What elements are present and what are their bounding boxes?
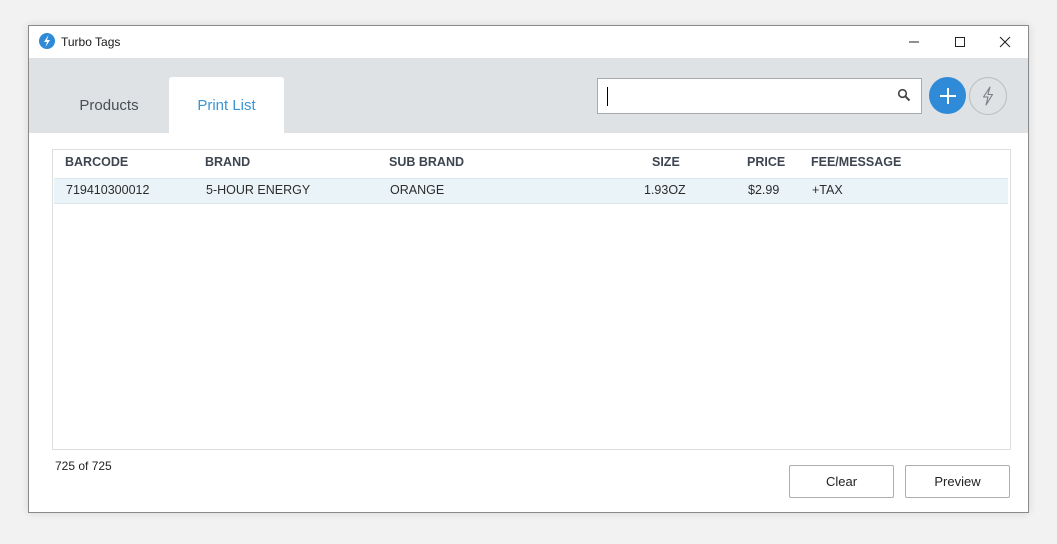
minimize-icon (909, 41, 919, 43)
toolbar-header: Products Print List (29, 58, 1028, 133)
close-button[interactable] (982, 26, 1028, 58)
print-list-table: BARCODE BRAND SUB BRAND SIZE PRICE FEE/M… (52, 149, 1011, 450)
app-logo-icon (39, 33, 55, 49)
column-header-brand[interactable]: BRAND (205, 155, 250, 169)
search-box[interactable] (597, 78, 922, 114)
tab-products[interactable]: Products (59, 77, 159, 133)
column-header-size[interactable]: SIZE (652, 155, 680, 169)
title-bar: Turbo Tags (29, 26, 1028, 58)
cell-fee-message: +TAX (812, 183, 843, 197)
record-count: 725 of 725 (55, 459, 112, 473)
app-window: Turbo Tags Products Print List BARCODE B… (28, 25, 1029, 513)
maximize-icon (955, 37, 965, 47)
add-button[interactable] (929, 77, 966, 114)
turbo-button[interactable] (969, 77, 1007, 115)
search-icon[interactable] (897, 88, 911, 102)
window-title: Turbo Tags (61, 35, 121, 49)
plus-icon (939, 87, 956, 104)
column-header-price[interactable]: PRICE (747, 155, 785, 169)
cell-brand: 5-HOUR ENERGY (206, 183, 311, 197)
maximize-button[interactable] (937, 26, 983, 58)
column-header-fee-message[interactable]: FEE/MESSAGE (811, 155, 901, 169)
table-row[interactable]: 719410300012 5-HOUR ENERGY ORANGE 1.93OZ… (54, 178, 1008, 204)
lightning-bolt-icon (982, 86, 994, 106)
cell-barcode: 719410300012 (66, 183, 150, 197)
close-icon (999, 36, 1011, 48)
minimize-button[interactable] (891, 26, 937, 58)
column-header-barcode[interactable]: BARCODE (65, 155, 128, 169)
search-input[interactable] (604, 84, 878, 110)
cell-price: $2.99 (748, 183, 780, 197)
preview-button[interactable]: Preview (905, 465, 1010, 498)
column-header-sub-brand[interactable]: SUB BRAND (389, 155, 464, 169)
table-header: BARCODE BRAND SUB BRAND SIZE PRICE FEE/M… (53, 150, 1010, 177)
cell-size: 1.93OZ (644, 183, 686, 197)
clear-button[interactable]: Clear (789, 465, 894, 498)
tab-print-list[interactable]: Print List (169, 77, 284, 133)
cell-sub-brand: ORANGE (390, 183, 445, 197)
